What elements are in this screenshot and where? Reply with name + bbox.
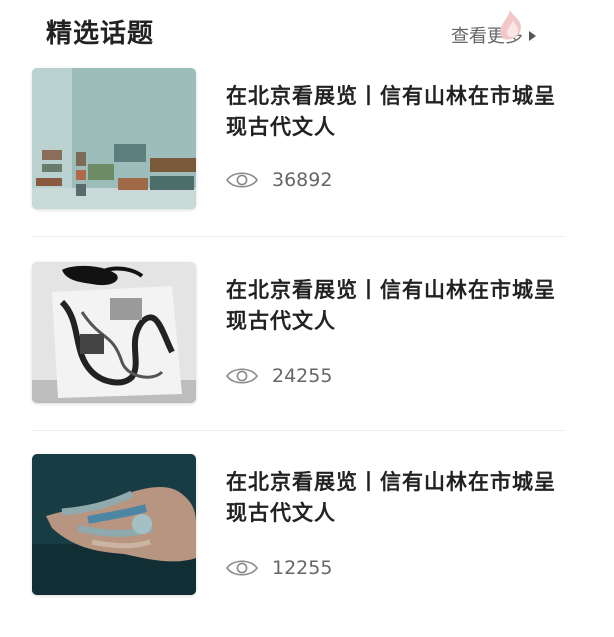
view-count: 36892: [226, 169, 332, 191]
abstract-ink-painting-image: [32, 262, 196, 403]
divider: [32, 430, 565, 431]
topic-title[interactable]: 在北京看展览丨信有山林在市城呈现古代文人: [226, 81, 571, 143]
eye-icon: [226, 368, 258, 384]
eye-icon: [226, 172, 258, 188]
divider: [32, 236, 565, 237]
topic-thumbnail[interactable]: [32, 454, 196, 595]
topic-card[interactable]: 在北京看展览丨信有山林在市城呈现古代文人 24255: [32, 262, 565, 405]
view-count: 24255: [226, 365, 332, 387]
topic-card[interactable]: 在北京看展览丨信有山林在市城呈现古代文人 12255: [32, 454, 565, 597]
view-count: 12255: [226, 557, 332, 579]
views-number: 24255: [272, 365, 333, 387]
views-number: 36892: [272, 169, 333, 191]
topic-title[interactable]: 在北京看展览丨信有山林在市城呈现古代文人: [226, 467, 571, 529]
topic-list: 在北京看展览丨信有山林在市城呈现古代文人 36892 在北京看展览丨信有山林在市…: [0, 0, 614, 637]
eye-icon: [226, 560, 258, 576]
topic-title[interactable]: 在北京看展览丨信有山林在市城呈现古代文人: [226, 275, 571, 337]
views-number: 12255: [272, 557, 333, 579]
topic-thumbnail[interactable]: [32, 262, 196, 403]
topic-thumbnail[interactable]: [32, 68, 196, 209]
topic-card[interactable]: 在北京看展览丨信有山林在市城呈现古代文人 36892: [32, 68, 565, 211]
gallery-wall-artworks-image: [32, 68, 196, 209]
paint-covered-hand-image: [32, 454, 196, 595]
